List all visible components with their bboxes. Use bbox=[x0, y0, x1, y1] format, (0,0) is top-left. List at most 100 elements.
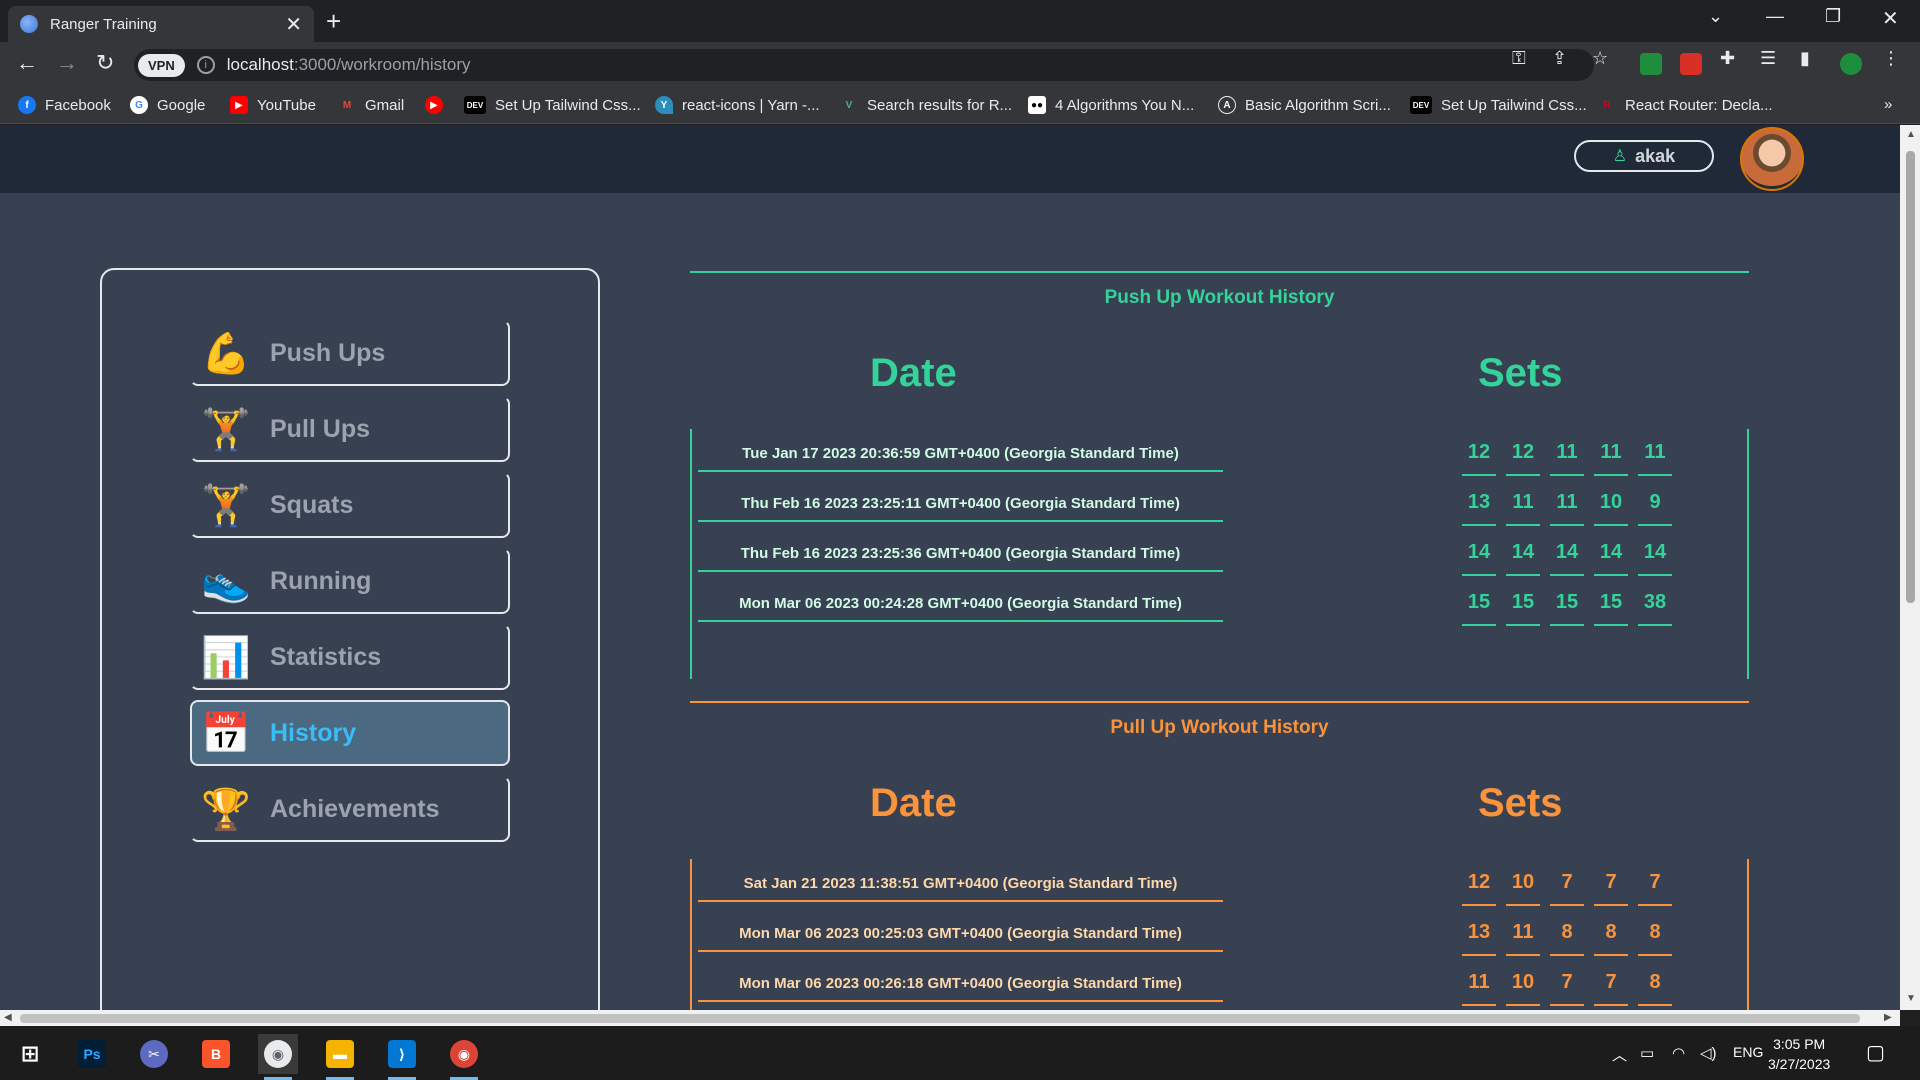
sidebar-item-push-ups[interactable]: 💪 Push Ups bbox=[190, 320, 510, 386]
sidebar-item-running[interactable]: 👟 Running bbox=[190, 548, 510, 614]
photoshop-icon: Ps bbox=[78, 1040, 106, 1068]
close-window-button[interactable]: ✕ bbox=[1882, 6, 1899, 31]
set-value: 7 bbox=[1594, 971, 1628, 1006]
vpn-badge[interactable]: VPN bbox=[138, 53, 185, 77]
section-divider bbox=[690, 271, 1749, 273]
windows-logo-icon: ⊞ bbox=[20, 1041, 40, 1066]
sidebar-item-statistics[interactable]: 📊 Statistics bbox=[190, 624, 510, 690]
start-button[interactable]: ⊞ bbox=[10, 1034, 50, 1074]
taskbar-chrome-active[interactable]: ◉ bbox=[258, 1034, 298, 1080]
sets-column-header: Sets bbox=[1478, 781, 1563, 825]
user-button[interactable]: ♙ akak bbox=[1574, 140, 1714, 172]
sidebar-item-squats[interactable]: 🏋 Squats bbox=[190, 472, 510, 538]
system-clock[interactable]: 3:05 PM 3/27/2023 bbox=[1768, 1034, 1830, 1074]
pullup-history-section: Pull Up Workout History Date Sets Sat Ja… bbox=[690, 701, 1749, 1010]
react-router-icon: R bbox=[1603, 99, 1611, 111]
calendar-clock-icon: 📅 bbox=[201, 711, 251, 756]
bookmark-react-router[interactable]: R React Router: Decla... bbox=[1598, 96, 1772, 114]
bookmark-search-results[interactable]: V Search results for R... bbox=[840, 96, 1012, 114]
taskbar-chrome[interactable]: ◉ bbox=[444, 1034, 484, 1080]
address-bar[interactable]: VPN i localhost:3000/workroom/history bbox=[134, 49, 1594, 81]
horizontal-scrollbar[interactable]: ◀ ▶ bbox=[0, 1010, 1900, 1026]
bookmark-facebook[interactable]: f Facebook bbox=[18, 96, 111, 114]
set-value: 12 bbox=[1462, 441, 1496, 476]
side-panel-icon[interactable]: ▮ bbox=[1800, 48, 1810, 69]
wifi-icon[interactable]: ◠ bbox=[1672, 1044, 1685, 1062]
profile-check-icon[interactable] bbox=[1840, 53, 1862, 75]
language-indicator[interactable]: ENG bbox=[1733, 1044, 1763, 1060]
brave-icon: B bbox=[202, 1040, 230, 1068]
taskbar-photoshop[interactable]: Ps bbox=[72, 1034, 112, 1074]
battery-icon[interactable]: ▭ bbox=[1640, 1044, 1654, 1062]
bookmark-gmail[interactable]: M Gmail bbox=[338, 96, 404, 114]
freecodecamp-icon: A bbox=[1218, 96, 1236, 114]
avatar[interactable] bbox=[1740, 127, 1804, 191]
windows-taskbar: ⊞ Ps ✂ B ◉ ▬ ⟩ ◉ ︿ ▭ ◠ ◁) ENG 3:05 PM 3/… bbox=[0, 1026, 1920, 1080]
browser-tab[interactable]: Ranger Training ✕ bbox=[8, 6, 314, 42]
bookmark-star-icon[interactable]: ☆ bbox=[1592, 48, 1608, 69]
scroll-up-icon[interactable]: ▲ bbox=[1906, 129, 1916, 140]
taskbar-snipping[interactable]: ✂ bbox=[134, 1034, 174, 1074]
media-queue-icon[interactable]: ☰ bbox=[1760, 48, 1776, 69]
new-tab-button[interactable]: + bbox=[326, 6, 341, 37]
set-value: 15 bbox=[1550, 591, 1584, 626]
page-content: ♙ akak 💪 Push Ups 🏋 Pull Ups 🏋 Squats 👟 … bbox=[0, 125, 1900, 1010]
taskbar-vscode[interactable]: ⟩ bbox=[382, 1034, 422, 1080]
sidebar-item-history[interactable]: 📅 History bbox=[190, 700, 510, 766]
bookmark-algorithms[interactable]: ●● 4 Algorithms You N... bbox=[1028, 96, 1194, 114]
forward-icon[interactable]: → bbox=[56, 50, 78, 76]
clock-date: 3/27/2023 bbox=[1768, 1056, 1831, 1072]
site-info-icon[interactable]: i bbox=[196, 56, 215, 74]
squat-icon: 🏋 bbox=[201, 483, 251, 528]
scroll-right-icon[interactable]: ▶ bbox=[1884, 1012, 1892, 1023]
set-value: 11 bbox=[1550, 491, 1584, 526]
restore-button[interactable]: ❐ bbox=[1825, 6, 1841, 27]
bookmark-youtube-2[interactable]: ▶ bbox=[425, 96, 452, 114]
volume-icon[interactable]: ◁) bbox=[1700, 1044, 1717, 1062]
vertical-scroll-thumb[interactable] bbox=[1906, 151, 1915, 603]
yarn-icon: Y bbox=[655, 96, 673, 114]
taskbar-file-explorer[interactable]: ▬ bbox=[320, 1034, 360, 1080]
extension-red-icon[interactable] bbox=[1680, 53, 1702, 75]
taskbar-brave[interactable]: B bbox=[196, 1034, 236, 1074]
tab-strip: Ranger Training ✕ + ⌄ — ❐ ✕ bbox=[0, 0, 1920, 42]
bookmark-dev-tailwind-2[interactable]: DEV Set Up Tailwind Css... bbox=[1410, 96, 1587, 114]
scroll-down-icon[interactable]: ▼ bbox=[1906, 993, 1916, 1004]
sidebar-item-pull-ups[interactable]: 🏋 Pull Ups bbox=[190, 396, 510, 462]
scroll-left-icon[interactable]: ◀ bbox=[4, 1012, 12, 1023]
bookmarks-overflow-icon[interactable]: » bbox=[1884, 96, 1892, 113]
key-icon[interactable]: ⚿ bbox=[1512, 48, 1526, 69]
app-header: ♙ akak bbox=[0, 125, 1900, 193]
extension-lock-icon[interactable] bbox=[1640, 53, 1662, 75]
notifications-icon[interactable]: ▢ bbox=[1866, 1040, 1885, 1065]
back-icon[interactable]: ← bbox=[16, 50, 38, 76]
table-row-sets: 12 10 7 7 7 bbox=[1462, 871, 1672, 906]
statistics-bars-icon: 📊 bbox=[201, 635, 251, 680]
set-value: 13 bbox=[1462, 921, 1496, 956]
tab-search-chevron-icon[interactable]: ⌄ bbox=[1708, 6, 1723, 27]
set-value: 10 bbox=[1594, 491, 1628, 526]
menu-kebab-icon[interactable]: ⋮ bbox=[1882, 48, 1900, 69]
clock-time: 3:05 PM bbox=[1773, 1036, 1826, 1052]
date-column-header: Date bbox=[870, 351, 957, 395]
vertical-scrollbar[interactable]: ▲ ▼ bbox=[1900, 125, 1920, 1010]
reload-icon[interactable]: ↻ bbox=[96, 50, 114, 76]
sidebar-item-achievements[interactable]: 🏆 Achievements bbox=[190, 776, 510, 842]
minimize-button[interactable]: — bbox=[1766, 6, 1784, 27]
set-value: 8 bbox=[1638, 921, 1672, 956]
horizontal-scroll-thumb[interactable] bbox=[20, 1014, 1860, 1023]
set-value: 11 bbox=[1506, 491, 1540, 526]
right-border bbox=[1747, 859, 1749, 1010]
bookmark-google[interactable]: G Google bbox=[130, 96, 205, 114]
bookmark-react-icons[interactable]: Yreact-icons | Yarn -... bbox=[655, 96, 820, 114]
bookmark-basic-algorithm[interactable]: A Basic Algorithm Scri... bbox=[1218, 96, 1391, 114]
tab-close-icon[interactable]: ✕ bbox=[285, 12, 302, 37]
bookmark-youtube[interactable]: ▶ YouTube bbox=[230, 96, 316, 114]
tray-chevron-icon[interactable]: ︿ bbox=[1612, 1044, 1627, 1065]
bookmark-dev-tailwind[interactable]: DEV Set Up Tailwind Css... bbox=[464, 96, 641, 114]
share-icon[interactable]: ⇪ bbox=[1552, 48, 1567, 69]
set-value: 14 bbox=[1550, 541, 1584, 576]
user-icon: ♙ bbox=[1612, 148, 1628, 165]
youtube-icon: ▶ bbox=[230, 96, 248, 114]
extensions-puzzle-icon[interactable]: ✚ bbox=[1720, 48, 1735, 69]
